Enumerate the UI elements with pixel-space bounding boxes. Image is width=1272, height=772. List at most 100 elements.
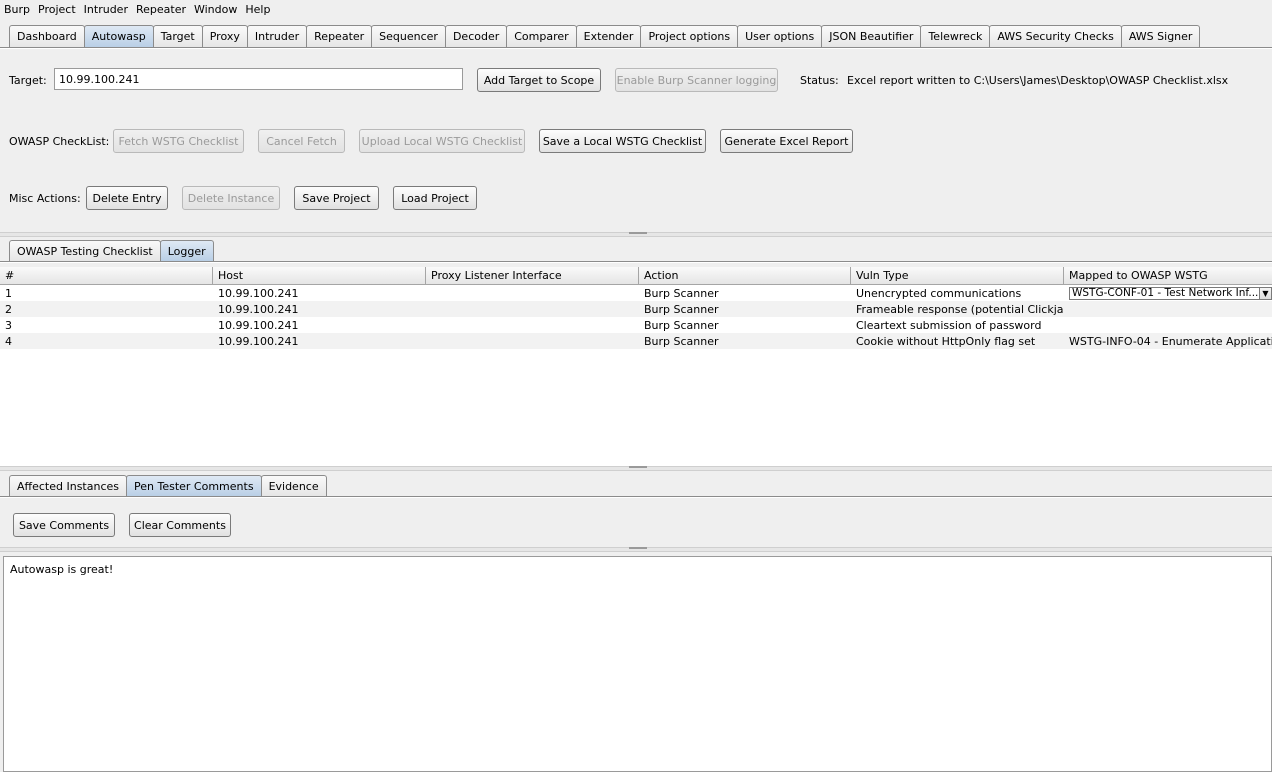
bottom-tab-bar: Affected Instances Pen Tester Comments E… — [0, 475, 327, 496]
tab-owasp-testing-checklist[interactable]: OWASP Testing Checklist — [9, 240, 161, 261]
tab-proxy[interactable]: Proxy — [201, 25, 248, 47]
cell-vuln-type: Cleartext submission of password — [856, 318, 1042, 332]
cell-host: 10.99.100.241 — [218, 334, 299, 348]
tab-aws-signer[interactable]: AWS Signer — [1120, 25, 1201, 47]
menu-help[interactable]: Help — [245, 3, 270, 16]
enable-burp-scanner-logging-button[interactable]: Enable Burp Scanner logging — [615, 68, 778, 92]
table-row[interactable]: 2 10.99.100.241 Burp Scanner Frameable r… — [0, 301, 1272, 317]
main-tab-bar: Dashboard Autowasp Target Proxy Intruder… — [0, 25, 1201, 47]
delete-entry-button[interactable]: Delete Entry — [86, 186, 168, 210]
column-header-mapped-wstg[interactable]: Mapped to OWASP WSTG — [1064, 267, 1272, 284]
comments-text: Autowasp is great! — [10, 563, 114, 576]
cell-mapped-wstg: WSTG-CONF-01 - Test Network Inf... ▼ — [1064, 285, 1272, 301]
tab-pen-tester-comments[interactable]: Pen Tester Comments — [126, 475, 262, 496]
menu-burp[interactable]: Burp — [4, 3, 30, 16]
cell-action: Burp Scanner — [644, 318, 719, 332]
menu-project[interactable]: Project — [38, 3, 76, 16]
cell-vuln-type: Unencrypted communications — [856, 286, 1022, 300]
owasp-checklist-label: OWASP CheckList: — [9, 135, 110, 148]
cell-number: 1 — [5, 286, 12, 300]
tab-logger[interactable]: Logger — [159, 240, 214, 261]
divider-grip-icon — [629, 547, 647, 549]
menu-repeater[interactable]: Repeater — [136, 3, 186, 16]
cell-proxy-listener — [426, 317, 639, 333]
fetch-wstg-checklist-button[interactable]: Fetch WSTG Checklist — [113, 129, 244, 153]
cell-proxy-listener — [426, 333, 639, 349]
bottom-tab-underline — [0, 496, 1272, 498]
load-project-button[interactable]: Load Project — [393, 186, 477, 210]
divider-grip-icon — [629, 232, 647, 234]
tab-autowasp[interactable]: Autowasp — [83, 25, 154, 47]
cancel-fetch-button[interactable]: Cancel Fetch — [258, 129, 345, 153]
tab-comparer[interactable]: Comparer — [506, 25, 577, 47]
wstg-mapping-dropdown[interactable]: WSTG-CONF-01 - Test Network Inf... ▼ — [1069, 286, 1272, 300]
table-row[interactable]: 1 10.99.100.241 Burp Scanner Unencrypted… — [0, 285, 1272, 301]
table-row[interactable]: 4 10.99.100.241 Burp Scanner Cookie with… — [0, 333, 1272, 349]
comments-textarea[interactable]: Autowasp is great! — [3, 556, 1272, 772]
column-header-number[interactable]: # — [0, 267, 213, 284]
tab-json-beautifier[interactable]: JSON Beautifier — [821, 25, 922, 47]
tab-sequencer[interactable]: Sequencer — [371, 25, 446, 47]
menu-intruder[interactable]: Intruder — [84, 3, 128, 16]
cell-vuln-type: Frameable response (potential Clickjacki… — [856, 302, 1064, 316]
tab-project-options[interactable]: Project options — [640, 25, 739, 47]
cell-proxy-listener — [426, 285, 639, 301]
tab-affected-instances[interactable]: Affected Instances — [9, 475, 127, 496]
tab-evidence[interactable]: Evidence — [260, 475, 327, 496]
target-label: Target: — [9, 74, 47, 87]
tab-decoder[interactable]: Decoder — [444, 25, 508, 47]
wstg-mapping-value: WSTG-CONF-01 - Test Network Inf... — [1072, 287, 1259, 299]
cell-host: 10.99.100.241 — [218, 318, 299, 332]
save-local-wstg-checklist-button[interactable]: Save a Local WSTG Checklist — [539, 129, 706, 153]
cell-mapped-wstg — [1064, 317, 1272, 333]
divider-grip-icon — [629, 466, 647, 468]
cell-number: 3 — [5, 318, 12, 332]
split-divider-middle[interactable] — [0, 466, 1272, 471]
cell-host: 10.99.100.241 — [218, 302, 299, 316]
upload-local-wstg-checklist-button[interactable]: Upload Local WSTG Checklist — [359, 129, 525, 153]
logger-table: # Host Proxy Listener Interface Action V… — [0, 267, 1272, 467]
tab-aws-security-checks[interactable]: AWS Security Checks — [989, 25, 1122, 47]
cell-proxy-listener — [426, 301, 639, 317]
tab-extender[interactable]: Extender — [575, 25, 642, 47]
generate-excel-report-button[interactable]: Generate Excel Report — [720, 129, 853, 153]
tab-target[interactable]: Target — [152, 25, 203, 47]
cell-host: 10.99.100.241 — [218, 286, 299, 300]
cell-action: Burp Scanner — [644, 286, 719, 300]
add-target-to-scope-button[interactable]: Add Target to Scope — [477, 68, 601, 92]
status-value: Excel report written to C:\Users\James\D… — [847, 74, 1229, 87]
tab-intruder[interactable]: Intruder — [246, 25, 308, 47]
cell-vuln-type: Cookie without HttpOnly flag set — [856, 334, 1036, 348]
clear-comments-button[interactable]: Clear Comments — [129, 513, 231, 537]
column-header-action[interactable]: Action — [639, 267, 851, 284]
tab-telewreck[interactable]: Telewreck — [920, 25, 991, 47]
misc-actions-label: Misc Actions: — [9, 192, 81, 205]
menu-bar: Burp Project Intruder Repeater Window He… — [0, 0, 1272, 18]
sub-tab-bar: OWASP Testing Checklist Logger — [0, 240, 214, 261]
chevron-down-icon[interactable]: ▼ — [1259, 287, 1271, 299]
save-comments-button[interactable]: Save Comments — [13, 513, 115, 537]
cell-action: Burp Scanner — [644, 302, 719, 316]
menu-window[interactable]: Window — [194, 3, 237, 16]
split-divider-top[interactable] — [0, 232, 1272, 237]
column-header-vuln-type[interactable]: Vuln Type — [851, 267, 1064, 284]
tab-repeater[interactable]: Repeater — [306, 25, 373, 47]
table-header: # Host Proxy Listener Interface Action V… — [0, 267, 1272, 285]
cell-action: Burp Scanner — [644, 334, 719, 348]
tab-dashboard[interactable]: Dashboard — [9, 25, 85, 47]
sub-tab-underline — [0, 261, 1272, 263]
column-header-host[interactable]: Host — [213, 267, 426, 284]
status-label: Status: — [800, 74, 839, 87]
cell-mapped-wstg — [1064, 301, 1272, 317]
cell-number: 4 — [5, 334, 12, 348]
tab-user-options[interactable]: User options — [737, 25, 823, 47]
main-tab-underline — [0, 47, 1272, 49]
cell-number: 2 — [5, 302, 12, 316]
cell-mapped-wstg: WSTG-INFO-04 - Enumerate Application... — [1069, 334, 1272, 348]
split-divider-bottom[interactable] — [0, 547, 1272, 552]
delete-instance-button[interactable]: Delete Instance — [182, 186, 280, 210]
column-header-proxy-listener[interactable]: Proxy Listener Interface — [426, 267, 639, 284]
table-row[interactable]: 3 10.99.100.241 Burp Scanner Cleartext s… — [0, 317, 1272, 333]
target-input[interactable]: 10.99.100.241 — [54, 68, 463, 90]
save-project-button[interactable]: Save Project — [294, 186, 379, 210]
